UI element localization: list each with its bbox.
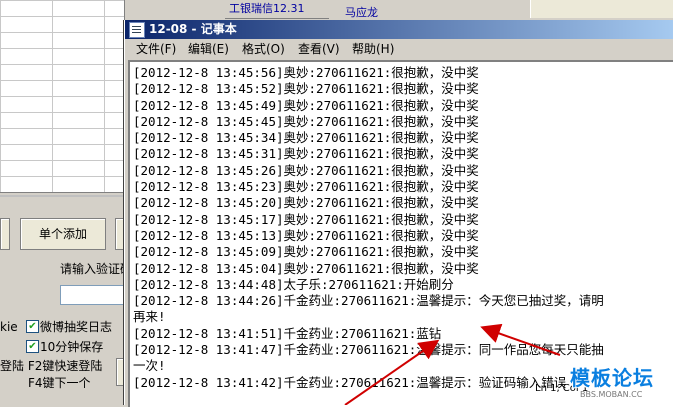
watermark-subtext: BBS.MOBAN.CC [580, 390, 643, 399]
autosave-checkbox[interactable]: ✔ [26, 340, 39, 353]
log-line: [2012-12-8 13:45:31]奥妙:270611621:很抱歉，没中奖 [133, 146, 479, 162]
log-line: [2012-12-8 13:45:23]奥妙:270611621:很抱歉，没中奖 [133, 179, 479, 195]
log-line: [2012-12-8 13:41:51]千金药业:270611621:蓝钻 [133, 325, 442, 341]
log-text: [2012-12-8 13:45:56]奥妙:270611621:很抱歉，没中奖… [133, 65, 673, 391]
autosave-label: 10分钟保存 [40, 340, 104, 354]
weibo-log-label: 微博抽奖日志 [40, 320, 113, 334]
notepad-titlebar[interactable]: 12-08 - 记事本 [125, 20, 673, 39]
log-line: [2012-12-8 13:41:47]千金药业:270611621:温馨提示：… [133, 342, 604, 358]
captcha-input[interactable] [60, 285, 124, 305]
background-button-left[interactable] [0, 218, 10, 250]
background-toolbar-strip [530, 0, 673, 18]
menu-file[interactable]: 文件(F) [133, 40, 179, 59]
add-single-button[interactable]: 单个添加 [20, 218, 106, 250]
log-line: [2012-12-8 13:45:13]奥妙:270611621:很抱歉，没中奖 [133, 227, 479, 243]
weibo-log-prefix: kie [0, 320, 18, 334]
f2-login-hint: 登陆 F2键快速登陆 [0, 359, 103, 373]
notepad-title: 12-08 - 记事本 [149, 22, 237, 36]
f4-next-hint: F4键下一个 [28, 376, 91, 390]
log-line: [2012-12-8 13:44:26]千金药业:270611621:温馨提示：… [133, 293, 604, 309]
notepad-menubar: 文件(F) 编辑(E) 格式(O) 查看(V) 帮助(H) [125, 40, 673, 59]
background-field-brand: 马应龙 [345, 6, 378, 19]
log-line: [2012-12-8 13:45:09]奥妙:270611621:很抱歉，没中奖 [133, 244, 479, 260]
menu-format[interactable]: 格式(O) [239, 40, 288, 59]
log-line: [2012-12-8 13:45:45]奥妙:270611621:很抱歉，没中奖 [133, 113, 479, 129]
watermark-text: 模板论坛 [570, 366, 654, 390]
captcha-prompt-label: 请输入验证码 [60, 262, 133, 276]
log-line: [2012-12-8 13:45:34]奥妙:270611621:很抱歉，没中奖 [133, 130, 479, 146]
log-line: [2012-12-8 13:44:48]太子乐:270611621:开始刷分 [133, 276, 454, 292]
background-data-grid[interactable] [0, 0, 125, 193]
weibo-log-checkbox[interactable]: ✔ [26, 320, 39, 333]
notepad-icon [129, 22, 145, 38]
background-field-fund: 工银瑞信12.31 [225, 0, 329, 19]
log-line: [2012-12-8 13:45:49]奥妙:270611621:很抱歉，没中奖 [133, 97, 479, 113]
log-line: [2012-12-8 13:45:20]奥妙:270611621:很抱歉，没中奖 [133, 195, 479, 211]
menu-view[interactable]: 查看(V) [295, 40, 343, 59]
log-line: [2012-12-8 13:45:56]奥妙:270611621:很抱歉，没中奖 [133, 65, 479, 80]
log-line: [2012-12-8 13:45:52]奥妙:270611621:很抱歉，没中奖 [133, 81, 479, 97]
log-line: [2012-12-8 13:45:26]奥妙:270611621:很抱歉，没中奖 [133, 162, 479, 178]
notepad-text-area[interactable]: [2012-12-8 13:45:56]奥妙:270611621:很抱歉，没中奖… [128, 60, 673, 407]
menu-edit[interactable]: 编辑(E) [185, 40, 232, 59]
log-line: [2012-12-8 13:45:04]奥妙:270611621:很抱歉，没中奖 [133, 260, 479, 276]
background-separator [0, 195, 124, 197]
watermark-logo: 模板论坛 BBS.MOBAN.CC [570, 362, 673, 405]
menu-help[interactable]: 帮助(H) [349, 40, 397, 59]
log-line: [2012-12-8 13:45:17]奥妙:270611621:很抱歉，没中奖 [133, 211, 479, 227]
background-small-button[interactable] [116, 358, 124, 386]
log-line: 再来! [133, 309, 166, 325]
notepad-window: 12-08 - 记事本 文件(F) 编辑(E) 格式(O) 查看(V) 帮助(H… [124, 20, 673, 407]
